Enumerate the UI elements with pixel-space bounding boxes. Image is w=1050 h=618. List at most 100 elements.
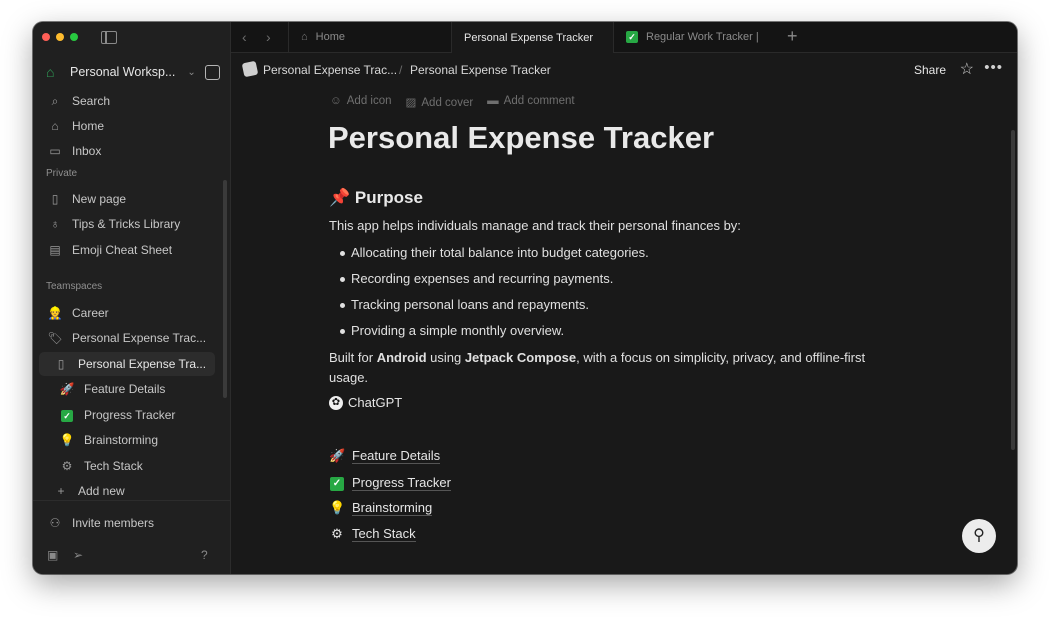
inbox-icon: ▭	[49, 144, 61, 158]
sidebar-item-feature-details[interactable]: 🚀 Feature Details	[39, 377, 224, 401]
sidebar-item-progress-tracker[interactable]: ✓ Progress Tracker	[39, 403, 224, 427]
sidebar-item-personal-expense-teamspace[interactable]: 🏷 Personal Expense Trac...	[39, 326, 224, 350]
bold-android: Android	[376, 350, 427, 365]
add-icon-label: Add icon	[346, 95, 392, 107]
assistant-face-icon: ⚲	[973, 527, 985, 544]
smiley-icon: ☺	[330, 95, 342, 107]
comment-icon: ▬	[487, 95, 499, 107]
main-scrollbar[interactable]	[1011, 130, 1015, 450]
sidebar-item-label: Add new	[78, 484, 125, 498]
bulb-icon: 💡	[59, 433, 75, 447]
sidebar-item-label: Career	[72, 306, 109, 320]
tab-regular-work-tracker[interactable]: ✓ Regular Work Tracker |	[613, 22, 775, 52]
sidebar-toggle-icon[interactable]	[101, 31, 117, 44]
sidebar-item-label: Personal Expense Tra...	[78, 357, 207, 371]
breadcrumb-current[interactable]: Personal Expense Tracker	[410, 63, 551, 77]
check-icon: ✓	[329, 474, 345, 491]
purpose-heading-text: Purpose	[354, 188, 423, 207]
built-for-paragraph[interactable]: Built for Android using Jetpack Compose,…	[329, 348, 899, 388]
add-cover-button[interactable]: ▨ Add cover	[406, 95, 474, 109]
zoom-window-button[interactable]	[70, 33, 78, 41]
sidebar-item-career[interactable]: 👷 Career	[39, 301, 224, 325]
subpage-link-brainstorming[interactable]: 💡 Brainstorming	[329, 500, 433, 516]
app-window: ⌂ Personal Worksp... ⌄ ⌕ Search ⌂ Home ▭…	[33, 22, 1017, 574]
person-add-icon: ⚇	[49, 516, 61, 530]
bulb-icon: ♁	[50, 217, 60, 231]
subpage-link-progress-tracker[interactable]: ✓ Progress Tracker	[329, 474, 451, 491]
subpage-link-label: Feature Details	[352, 448, 441, 464]
sidebar-item-emoji-cheat-sheet[interactable]: ▤ Emoji Cheat Sheet	[39, 238, 224, 262]
subpage-link-tech-stack[interactable]: ⚙ Tech Stack	[329, 526, 416, 542]
tab-home[interactable]: ⌂ Home	[288, 22, 451, 52]
check-icon: ✓	[59, 408, 75, 422]
send-icon[interactable]: ➢	[73, 548, 83, 562]
bulb-icon: 💡	[329, 500, 346, 515]
bullet-item[interactable]: Providing a simple monthly overview.	[339, 323, 564, 338]
sidebar-item-inbox[interactable]: ▭ Inbox	[39, 139, 224, 163]
sidebar-item-label: Inbox	[72, 144, 102, 158]
new-tab-plus-icon[interactable]: +	[787, 26, 798, 47]
minimize-window-button[interactable]	[56, 33, 64, 41]
sidebar-item-label: Home	[72, 119, 105, 133]
sidebar-scrollbar[interactable]	[223, 180, 227, 398]
tab-personal-expense-tracker[interactable]: Personal Expense Tracker	[451, 22, 613, 53]
ai-assistant-button[interactable]: ⚲	[962, 519, 996, 553]
subpage-link-feature-details[interactable]: 🚀 Feature Details	[329, 448, 441, 464]
back-arrow-icon[interactable]: ‹	[242, 29, 247, 45]
plus-icon: +	[57, 484, 65, 498]
section-label-private[interactable]: Private	[46, 168, 77, 179]
add-icon-button[interactable]: ☺ Add icon	[330, 95, 392, 109]
home-icon: ⌂	[301, 31, 308, 43]
sidebar-item-tech-stack[interactable]: ⚙ Tech Stack	[39, 454, 224, 478]
page-actions: ☺ Add icon ▨ Add cover ▬ Add comment	[330, 95, 575, 109]
sidebar-item-label: Feature Details	[84, 382, 166, 396]
workspace-name: Personal Worksp...	[70, 65, 176, 79]
page-topbar: Personal Expense Trac... / Personal Expe…	[231, 53, 1017, 87]
person-emoji-icon: 👷	[47, 306, 63, 320]
bullet-item[interactable]: Tracking personal loans and repayments.	[340, 297, 589, 312]
bullet-item[interactable]: Allocating their total balance into budg…	[340, 245, 649, 260]
sidebar-item-label: Emoji Cheat Sheet	[72, 243, 173, 257]
workspace-switcher[interactable]: ⌂ Personal Worksp... ⌄	[46, 62, 220, 82]
text-run: Built for	[329, 350, 377, 365]
bullet-item[interactable]: Recording expenses and recurring payment…	[339, 271, 613, 286]
sidebar-item-new-page[interactable]: ▯ New page	[39, 187, 224, 211]
intro-paragraph[interactable]: This app helps individuals manage and tr…	[329, 216, 741, 236]
sidebar-item-label: New page	[72, 192, 127, 206]
purpose-heading[interactable]: 📌 Purpose	[329, 188, 423, 208]
forward-arrow-icon[interactable]: ›	[266, 29, 271, 45]
sidebar-item-label: Personal Expense Trac...	[72, 331, 207, 345]
sidebar-item-brainstorming[interactable]: 💡 Brainstorming	[39, 428, 224, 452]
gear-icon: ⚙	[331, 526, 343, 541]
breadcrumb-parent[interactable]: Personal Expense Trac...	[263, 63, 397, 77]
add-comment-button[interactable]: ▬ Add comment	[487, 95, 574, 109]
calendar-icon[interactable]: ▣	[47, 548, 58, 562]
sidebar-divider	[33, 500, 230, 501]
share-button[interactable]: Share	[914, 63, 946, 77]
add-cover-label: Add cover	[421, 97, 474, 109]
help-icon[interactable]: ?	[201, 548, 208, 562]
subpage-link-label: Progress Tracker	[352, 474, 451, 491]
sidebar-item-personal-expense-page[interactable]: ▯ Personal Expense Tra...	[39, 352, 215, 376]
star-icon[interactable]: ☆	[960, 59, 974, 79]
rocket-icon: 🚀	[59, 382, 75, 396]
page-title[interactable]: Personal Expense Tracker	[328, 120, 714, 156]
sidebar-footer: ▣ ➢ ?	[47, 548, 216, 564]
sidebar-item-tips-tricks[interactable]: ♁ Tips & Tricks Library	[39, 212, 224, 236]
subpage-link-label: Tech Stack	[352, 526, 416, 542]
home-icon: ⌂	[51, 119, 59, 133]
close-window-button[interactable]	[42, 33, 50, 41]
tab-label: Home	[315, 31, 345, 43]
sidebar-item-label: Tech Stack	[84, 459, 143, 473]
page-icon: ▯	[51, 192, 59, 206]
chatgpt-link[interactable]: ✿ ChatGPT	[329, 395, 402, 410]
more-options-icon[interactable]: •••	[984, 59, 1003, 76]
section-label-teamspaces[interactable]: Teamspaces	[46, 281, 102, 292]
new-page-compose-icon[interactable]	[205, 64, 220, 80]
sidebar-item-search[interactable]: ⌕ Search	[39, 89, 224, 113]
breadcrumb-separator: /	[399, 63, 403, 77]
money-tag-icon: 🏷	[47, 331, 63, 345]
sidebar-item-home[interactable]: ⌂ Home	[39, 114, 224, 138]
invite-members-button[interactable]: ⚇ Invite members	[39, 511, 224, 535]
page-icon: ▯	[57, 357, 65, 371]
